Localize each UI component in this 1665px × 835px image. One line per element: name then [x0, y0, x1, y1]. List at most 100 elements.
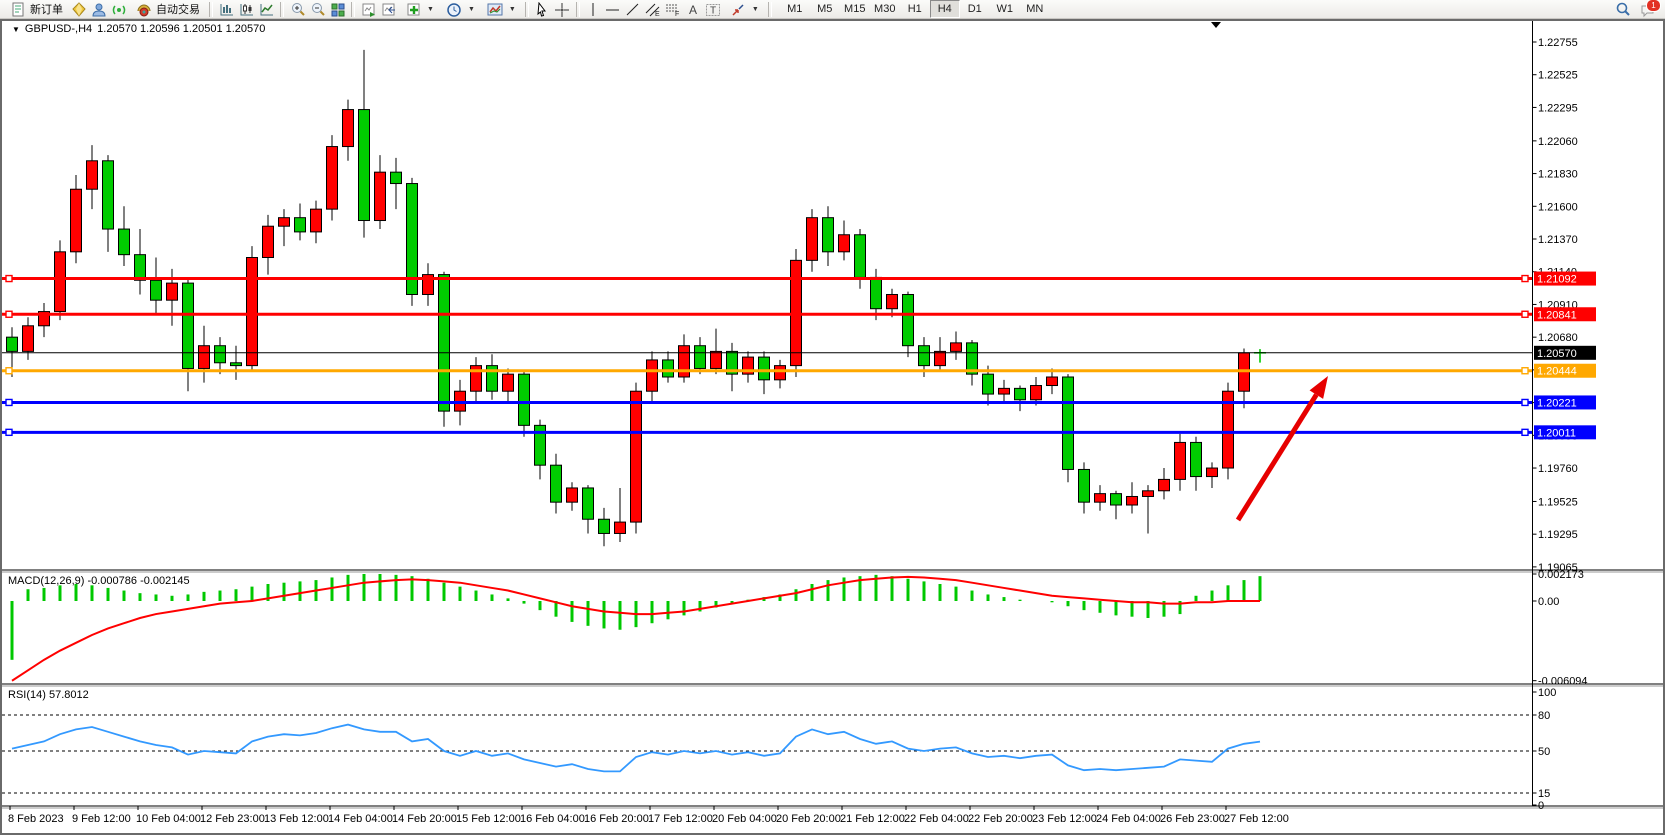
svg-text:1.20841: 1.20841: [1537, 309, 1577, 321]
notification-count-badge: 1: [1646, 0, 1661, 12]
timeframe-button-m15[interactable]: M15: [840, 0, 870, 18]
toolbar-separator: [280, 2, 284, 17]
autotrade-icon: [134, 0, 153, 18]
svg-text:23 Feb 12:00: 23 Feb 12:00: [1032, 813, 1097, 825]
svg-text:1.22295: 1.22295: [1538, 102, 1578, 114]
fibonacci-icon[interactable]: F: [664, 0, 683, 18]
svg-text:20 Feb 04:00: 20 Feb 04:00: [712, 813, 777, 825]
timeframe-group: M1M5M15M30H1H4D1W1MN: [780, 0, 1050, 18]
macd-indicator-label: MACD(12,26,9) -0.000786 -0.002145: [8, 575, 190, 587]
chart-ohlc-values: 1.20570 1.20596 1.20501 1.20570: [97, 23, 265, 35]
svg-text:1.20221: 1.20221: [1537, 397, 1577, 409]
zoom-out-icon[interactable]: [308, 0, 327, 18]
new-order-button[interactable]: 新订单: [3, 0, 68, 19]
toolbar-separator: [768, 2, 772, 17]
chevron-down-icon: ▼: [427, 6, 434, 13]
chevron-down-icon: ▼: [468, 6, 475, 13]
text-icon[interactable]: A: [684, 0, 703, 18]
new-order-doc-icon: [8, 0, 27, 18]
toolbar-right-group: 1: [1613, 0, 1662, 18]
toolbar-separator: [351, 2, 355, 17]
svg-text:14 Feb 04:00: 14 Feb 04:00: [328, 813, 393, 825]
chart-template-button[interactable]: ▼: [481, 0, 521, 19]
svg-text:1.21370: 1.21370: [1538, 234, 1578, 246]
svg-text:-0.006094: -0.006094: [1538, 676, 1588, 688]
new-order-label: 新订单: [30, 1, 63, 17]
arrows-tool-button[interactable]: ▼: [724, 0, 764, 19]
timeframe-button-m30[interactable]: M30: [870, 0, 900, 18]
svg-text:8 Feb 2023: 8 Feb 2023: [8, 813, 64, 825]
svg-text:9 Feb 12:00: 9 Feb 12:00: [72, 813, 131, 825]
svg-text:1.22755: 1.22755: [1538, 37, 1578, 49]
chart-template-icon: [486, 0, 505, 18]
svg-text:F: F: [675, 11, 679, 17]
svg-text:1.19525: 1.19525: [1538, 496, 1578, 508]
bar-chart-icon[interactable]: [217, 0, 236, 18]
zoom-in-icon[interactable]: [288, 0, 307, 18]
price-chart[interactable]: 1.227551.225251.222951.220601.218301.216…: [0, 0, 1665, 835]
svg-text:15 Feb 12:00: 15 Feb 12:00: [456, 813, 521, 825]
svg-text:1.20011: 1.20011: [1537, 427, 1576, 439]
toolbar-separator: [209, 2, 213, 17]
chart-shift-icon[interactable]: [379, 0, 398, 18]
svg-text:0.00: 0.00: [1538, 596, 1559, 608]
search-icon[interactable]: [1613, 0, 1632, 18]
chevron-down-icon: ▼: [509, 6, 516, 13]
svg-text:15: 15: [1538, 788, 1550, 800]
chart-window-frame: [1, 20, 1664, 834]
svg-text:13 Feb 12:00: 13 Feb 12:00: [264, 813, 329, 825]
svg-text:14 Feb 20:00: 14 Feb 20:00: [392, 813, 457, 825]
svg-text:24 Feb 04:00: 24 Feb 04:00: [1096, 813, 1161, 825]
chevron-down-icon: ▼: [752, 6, 759, 13]
signal-icon[interactable]: [109, 0, 128, 18]
text-label-icon[interactable]: T: [704, 0, 723, 18]
svg-text:A: A: [689, 3, 697, 17]
crosshair-icon[interactable]: [553, 0, 572, 18]
svg-text:1.20680: 1.20680: [1538, 332, 1578, 344]
auto-trading-button[interactable]: 自动交易: [129, 0, 205, 19]
svg-text:16 Feb 04:00: 16 Feb 04:00: [520, 813, 585, 825]
timeframe-button-m5[interactable]: M5: [810, 0, 840, 18]
svg-text:1.20444: 1.20444: [1537, 366, 1577, 378]
svg-text:16 Feb 20:00: 16 Feb 20:00: [584, 813, 649, 825]
svg-text:1.19760: 1.19760: [1538, 463, 1578, 475]
toolbar-separator: [525, 2, 529, 17]
timeframe-button-h1[interactable]: H1: [900, 0, 930, 18]
chart-title: ▼ GBPUSD-,H4 1.20570 1.20596 1.20501 1.2…: [12, 23, 265, 35]
auto-trading-label: 自动交易: [156, 1, 200, 17]
add-indicator-button[interactable]: ▼: [399, 0, 439, 19]
svg-text:1.21600: 1.21600: [1538, 201, 1578, 213]
trendline-icon[interactable]: [624, 0, 643, 18]
gem-icon[interactable]: [69, 0, 88, 18]
cursor-icon[interactable]: [533, 0, 552, 18]
equidistant-channel-icon[interactable]: E: [644, 0, 663, 18]
svg-text:E: E: [655, 11, 660, 17]
timeframe-button-h4[interactable]: H4: [930, 0, 960, 18]
add-indicator-icon: [404, 0, 423, 18]
svg-text:T: T: [710, 5, 716, 16]
vertical-line-icon[interactable]: [584, 0, 603, 18]
svg-text:1.21092: 1.21092: [1537, 274, 1577, 286]
svg-text:1.20570: 1.20570: [1537, 348, 1577, 360]
profile-icon[interactable]: [89, 0, 108, 18]
line-chart-icon[interactable]: [257, 0, 276, 18]
timeframe-button-mn[interactable]: MN: [1020, 0, 1050, 18]
tile-windows-icon[interactable]: [328, 0, 347, 18]
timeframe-button-w1[interactable]: W1: [990, 0, 1020, 18]
timeframes-dropdown-button[interactable]: ▼: [440, 0, 480, 19]
timeframe-clock-icon: [445, 0, 464, 18]
chart-dropdown-triangle-icon[interactable]: ▼: [12, 25, 20, 34]
horizontal-line-icon[interactable]: [604, 0, 623, 18]
svg-text:1.21830: 1.21830: [1538, 169, 1578, 181]
svg-text:1.22525: 1.22525: [1538, 70, 1578, 82]
svg-text:100: 100: [1538, 687, 1556, 699]
candlestick-chart-icon[interactable]: [237, 0, 256, 18]
timeframe-button-m1[interactable]: M1: [780, 0, 810, 18]
notification-button[interactable]: 1: [1638, 1, 1658, 17]
svg-text:80: 80: [1538, 710, 1550, 722]
auto-scroll-icon[interactable]: [359, 0, 378, 18]
timeframe-button-d1[interactable]: D1: [960, 0, 990, 18]
svg-text:22 Feb 04:00: 22 Feb 04:00: [904, 813, 969, 825]
svg-text:0.002173: 0.002173: [1538, 569, 1584, 581]
toolbar-separator: [576, 2, 580, 17]
